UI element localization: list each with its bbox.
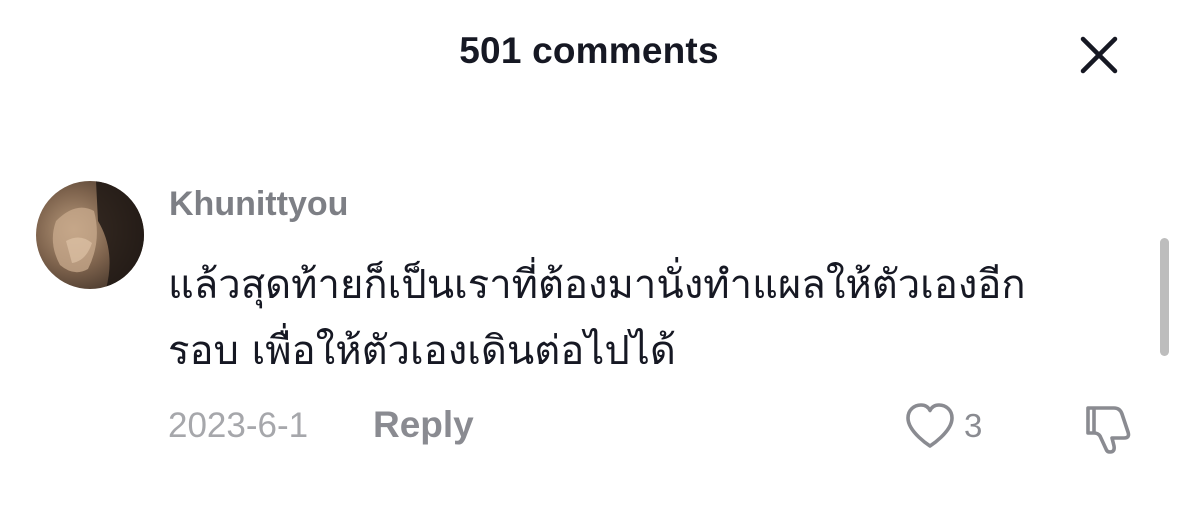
comment-text: แล้วสุดท้ายก็เป็นเราที่ต้องมานั่งทำแผลให… xyxy=(168,252,1098,384)
heart-outline-icon xyxy=(906,403,954,448)
avatar-image xyxy=(36,181,144,289)
close-icon xyxy=(1080,36,1118,74)
dislike-button[interactable] xyxy=(1080,402,1136,456)
comments-count-title: 501 comments xyxy=(459,30,719,71)
comment-text-line-2: รอบ เพื่อให้ตัวเองเดินต่อไปได้ xyxy=(168,328,676,374)
close-button[interactable] xyxy=(1076,32,1122,78)
thumbs-down-icon xyxy=(1086,406,1131,454)
like-button[interactable]: 3 xyxy=(904,400,982,452)
reply-button[interactable]: Reply xyxy=(373,404,474,446)
comment-date: 2023-6-1 xyxy=(168,406,309,445)
avatar[interactable] xyxy=(36,181,144,289)
comments-panel: 501 comments Khunittyou แล้วสุดท้ายก็เป็… xyxy=(0,0,1178,512)
comment-text-line-1: แล้วสุดท้ายก็เป็นเราที่ต้องมานั่งทำแผลให… xyxy=(168,262,1026,308)
comment-username[interactable]: Khunittyou xyxy=(169,185,348,224)
like-count: 3 xyxy=(964,407,983,444)
scrollbar[interactable] xyxy=(1160,238,1169,356)
